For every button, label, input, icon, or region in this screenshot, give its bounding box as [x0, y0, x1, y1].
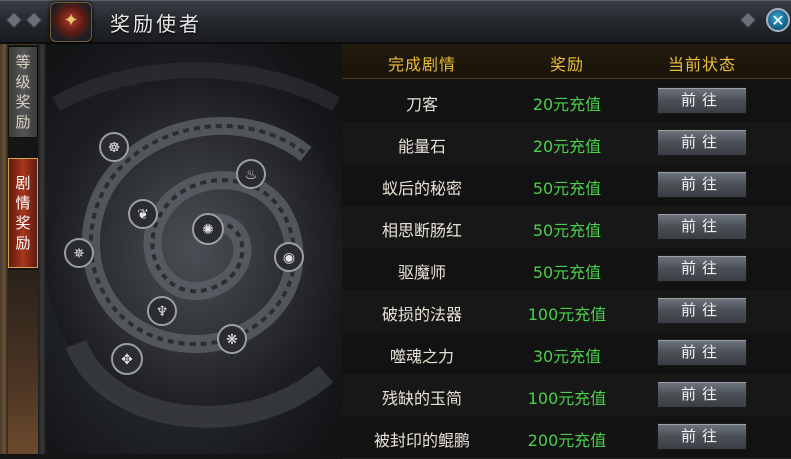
goto-button[interactable]: 前往: [657, 255, 747, 282]
reward-amount: 200元充值: [527, 431, 607, 450]
tab-level-reward-char: 励: [15, 113, 31, 131]
goto-button[interactable]: 前往: [657, 129, 747, 156]
goto-button[interactable]: 前往: [657, 87, 747, 114]
tab-story-reward[interactable]: 剧 情 奖 励: [8, 158, 38, 268]
svg-text:◉: ◉: [283, 250, 295, 266]
left-frame-border: [0, 44, 8, 454]
table-row: 蚁后的秘密 50元充值 前往: [342, 164, 791, 207]
svg-text:♨: ♨: [245, 167, 258, 183]
svg-text:❋: ❋: [226, 332, 238, 348]
table-row: 破损的法器 100元充值 前往: [342, 290, 791, 333]
reward-amount: 50元充值: [532, 179, 602, 198]
goto-button[interactable]: 前往: [657, 171, 747, 198]
story-name: 能量石: [397, 137, 446, 156]
tab-level-reward-char: 奖: [15, 93, 31, 111]
side-rail-background: [8, 270, 38, 454]
reward-amount: 100元充值: [527, 305, 607, 324]
close-button[interactable]: ✕: [766, 8, 790, 32]
goto-button[interactable]: 前往: [657, 213, 747, 240]
story-name: 残缺的玉简: [381, 389, 462, 408]
story-name: 破损的法器: [381, 305, 462, 324]
reward-amount: 20元充值: [532, 95, 602, 114]
column-header-story: 完成剧情: [387, 55, 456, 74]
svg-text:✺: ✺: [202, 222, 214, 238]
tab-story-reward-char: 剧: [15, 174, 31, 192]
table-row: 被封印的鲲鹏 200元充值 前往: [342, 416, 791, 459]
goto-button[interactable]: 前往: [657, 381, 747, 408]
window-title-bar: ✦ 奖励使者 ✕: [0, 0, 791, 45]
tab-level-reward-char: 等: [15, 53, 31, 71]
tab-level-reward-char: 级: [15, 73, 31, 91]
table-header: 完成剧情 奖励 当前状态: [342, 44, 791, 79]
tab-level-reward[interactable]: 等 级 奖 励: [8, 46, 38, 138]
column-header-status: 当前状态: [667, 55, 736, 74]
column-header-reward: 奖励: [549, 55, 584, 74]
story-reward-table: 完成剧情 奖励 当前状态 刀客 20元充值 前往 能量石 20元充值 前往 蚁后…: [342, 44, 791, 459]
story-name: 刀客: [405, 95, 438, 114]
story-name: 驱魔师: [397, 263, 446, 282]
svg-text:❦: ❦: [137, 207, 149, 223]
goto-button[interactable]: 前往: [657, 423, 747, 450]
tab-story-reward-char: 奖: [15, 214, 31, 232]
table-row: 残缺的玉简 100元充值 前往: [342, 374, 791, 417]
table-row: 噬魂之力 30元充值 前往: [342, 332, 791, 375]
svg-text:✵: ✵: [73, 246, 85, 262]
goto-button[interactable]: 前往: [657, 297, 747, 324]
svg-text:☸: ☸: [108, 140, 121, 156]
corner-ornament: [739, 11, 757, 29]
svg-text:✥: ✥: [121, 352, 133, 368]
window-title: 奖励使者: [110, 12, 202, 36]
goto-button[interactable]: 前往: [657, 339, 747, 366]
table-row: 能量石 20元充值 前往: [342, 122, 791, 165]
svg-text:♆: ♆: [156, 304, 169, 320]
table-row: 刀客 20元充值 前往: [342, 80, 791, 123]
reward-amount: 30元充值: [532, 347, 602, 366]
side-rail-divider: [38, 44, 46, 454]
reward-amount: 50元充值: [532, 221, 602, 240]
corner-ornament: [25, 11, 43, 29]
story-name: 被封印的鲲鹏: [373, 431, 470, 450]
spiral-stone-artwork: ☸ ♨ ❦ ✺ ✵ ◉ ♆ ❋ ✥: [46, 44, 342, 454]
tab-story-reward-char: 情: [15, 194, 31, 212]
table-row: 相思断肠红 50元充值 前往: [342, 206, 791, 249]
guild-crest-icon: ✦: [50, 2, 92, 42]
story-name: 噬魂之力: [389, 347, 454, 366]
tab-story-reward-char: 励: [15, 234, 31, 252]
spiral-stone-svg: ☸ ♨ ❦ ✺ ✵ ◉ ♆ ❋ ✥: [46, 62, 342, 428]
corner-ornament: [5, 11, 23, 29]
reward-amount: 100元充值: [527, 389, 607, 408]
reward-amount: 50元充值: [532, 263, 602, 282]
reward-amount: 20元充值: [532, 137, 602, 156]
story-name: 相思断肠红: [381, 221, 462, 240]
table-row: 驱魔师 50元充值 前往: [342, 248, 791, 291]
story-name: 蚁后的秘密: [381, 179, 462, 198]
